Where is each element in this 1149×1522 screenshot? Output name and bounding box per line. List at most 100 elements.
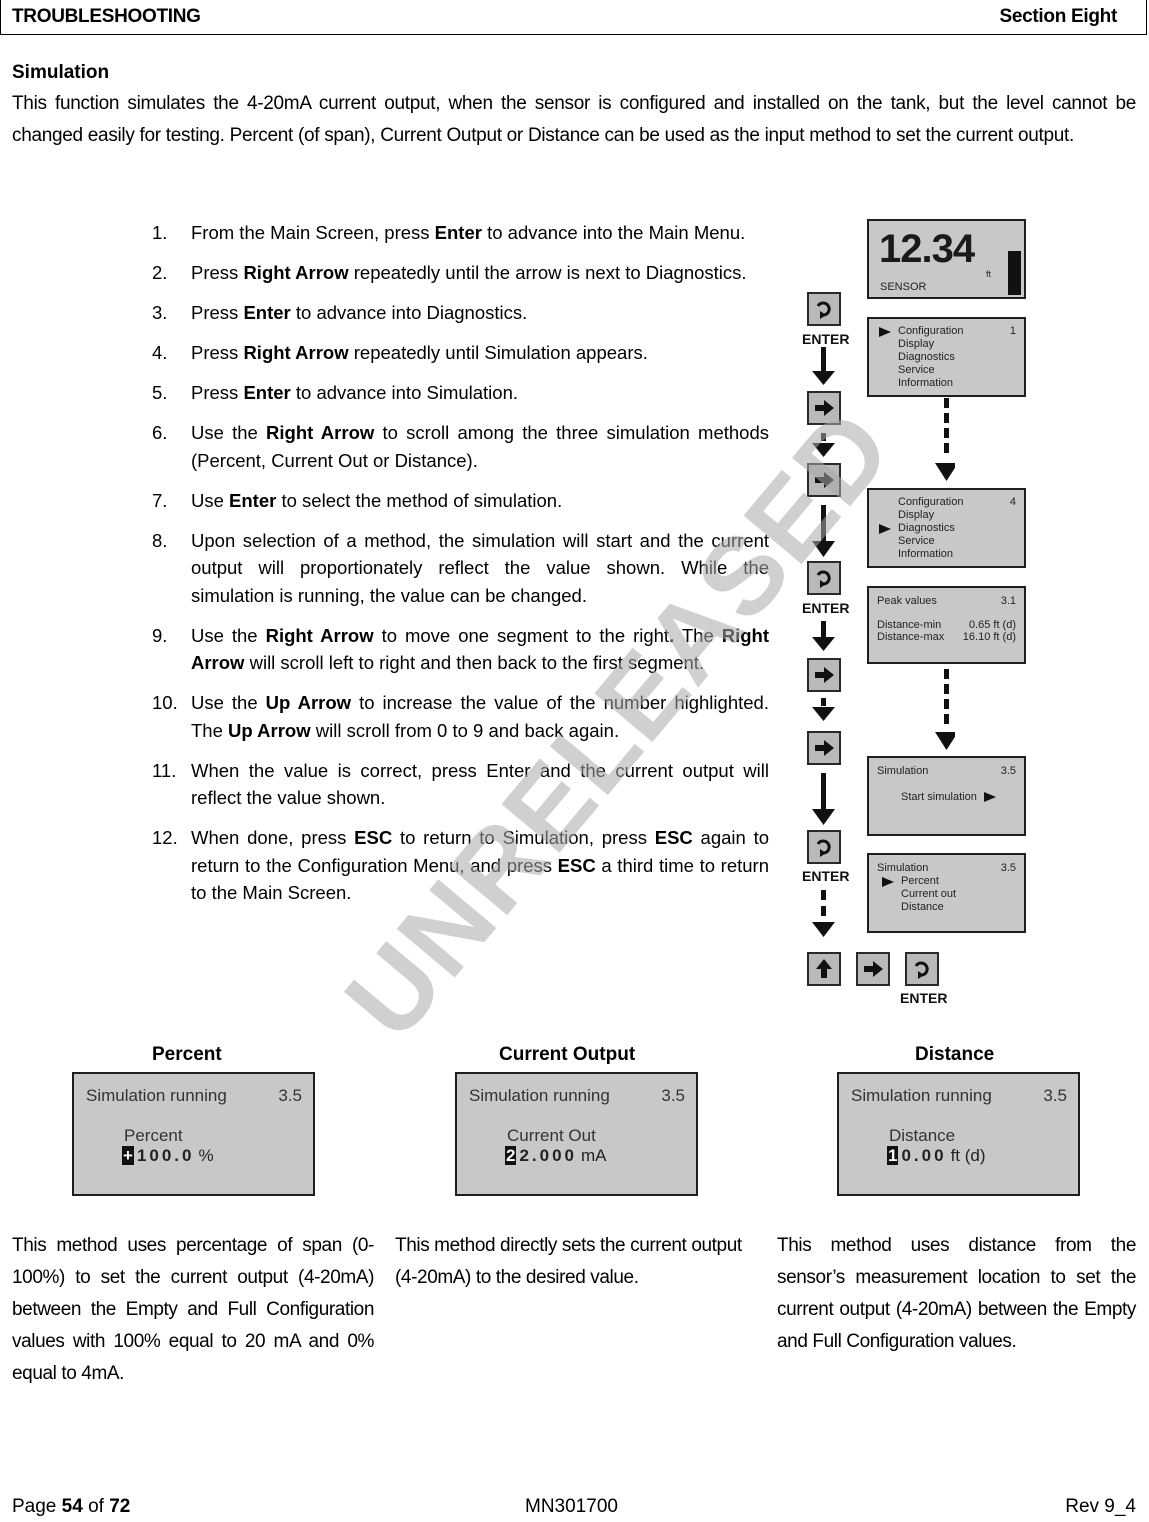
- lcd-simulation-distance: Simulation running 3.5 Distance 1 0.00 ft …: [837, 1072, 1080, 1196]
- lcd-title: Simulation running: [469, 1086, 610, 1105]
- right-arrow-button[interactable]: [807, 391, 841, 425]
- lcd-index: 3.5: [1043, 1086, 1067, 1105]
- step-item: 12. When done, press ESC to return to Sim…: [152, 824, 769, 907]
- step-number: 8.: [152, 529, 168, 551]
- menu-index: 4: [1009, 496, 1016, 508]
- right-arrow-button[interactable]: [807, 463, 841, 497]
- method-heading-current-output: Current Output: [499, 1044, 636, 1065]
- arrow-down-icon: [812, 347, 835, 385]
- enter-label: ENTER: [802, 600, 850, 616]
- value-unit: mA: [581, 1146, 607, 1165]
- sim-select-index: 3.5: [1000, 862, 1016, 874]
- step-number: 1.: [152, 222, 168, 243]
- step-item: 1. From the Main Screen, press Enter to a…: [152, 219, 769, 247]
- step-item: 4. Press Right Arrow repeatedly until Sim…: [152, 339, 769, 367]
- step-text: Press Enter to advance into Diagnostics.: [191, 302, 528, 323]
- enter-icon: [816, 301, 831, 319]
- step-item: 11. When the value is correct, press Ente…: [152, 757, 769, 812]
- enter-icon: [816, 570, 831, 588]
- page-number: Page 54 of 72: [12, 1496, 130, 1518]
- right-arrow-button[interactable]: [807, 658, 841, 692]
- step-text: Upon selection of a method, the simulati…: [191, 529, 769, 606]
- dashed-arrow-down-icon: [935, 669, 955, 750]
- dashed-arrow-down-icon: [935, 398, 955, 481]
- value-digits: 2.000: [519, 1146, 578, 1165]
- up-arrow-button[interactable]: [807, 952, 841, 986]
- step-item: 6. Use the Right Arrow to scroll among th…: [152, 419, 769, 474]
- page-prefix: Page: [12, 1496, 62, 1517]
- header-section: Section Eight: [999, 6, 1118, 27]
- page-total: 72: [109, 1496, 131, 1517]
- play-arrow-icon: [983, 792, 996, 803]
- menu-index: 1: [1009, 325, 1016, 337]
- step-text: Press Right Arrow repeatedly until the a…: [191, 262, 747, 283]
- section-title: Simulation: [12, 62, 110, 83]
- revision: Rev 9_4: [1065, 1496, 1136, 1517]
- step-text: Press Enter to advance into Simulation.: [191, 382, 519, 403]
- step-text: Use the Right Arrow to scroll among the …: [191, 422, 769, 471]
- step-number: 2.: [152, 262, 168, 283]
- step-number: 3.: [152, 302, 168, 323]
- right-arrow-icon: [815, 400, 834, 416]
- enter-button[interactable]: [807, 561, 841, 595]
- enter-button[interactable]: [807, 292, 841, 326]
- step-number: 9.: [152, 624, 168, 646]
- lcd-value: 2 2.000 mA: [505, 1146, 607, 1166]
- right-arrow-icon: [815, 667, 834, 683]
- step-number: 12.: [152, 827, 178, 848]
- arrow-down-icon: [812, 621, 835, 651]
- step-text: When done, press ESC to return to Simula…: [191, 827, 770, 903]
- step-item: 5. Press Enter to advance into Simulation…: [152, 379, 769, 407]
- step-text: When the value is correct, press Enter a…: [191, 759, 769, 809]
- step-number: 11.: [152, 759, 177, 781]
- level-bar: [1008, 251, 1021, 295]
- lcd-index: 3.5: [278, 1086, 302, 1105]
- peak-row-value: 16.10 ft (d): [962, 631, 1016, 643]
- highlighted-digit: 2: [505, 1146, 517, 1165]
- intro-paragraph: This function simulates the 4-20mA curre…: [12, 93, 1136, 146]
- enter-label: ENTER: [802, 868, 850, 884]
- lcd-simulation-percent: Simulation running 3.5 Percent +100.0%: [72, 1072, 315, 1196]
- highlighted-digit: 1: [887, 1146, 899, 1165]
- lcd-title: Simulation running: [851, 1086, 992, 1105]
- lcd-index: 3.5: [661, 1086, 685, 1105]
- right-arrow-button[interactable]: [856, 952, 890, 986]
- steps-list: 1. From the Main Screen, press Enter to a…: [152, 219, 769, 919]
- step-text: Use Enter to select the method of simula…: [191, 489, 563, 511]
- value-digits: 0.00: [901, 1146, 947, 1165]
- right-arrow-icon: [815, 740, 834, 756]
- dashed-arrow-down-icon: [812, 698, 835, 721]
- step-item: 8. Upon selection of a method, the simula…: [152, 527, 769, 610]
- enter-button[interactable]: [807, 830, 841, 864]
- sim-start-index: 3.5: [1000, 765, 1016, 777]
- lcd-method-label: Current Out: [507, 1126, 596, 1145]
- highlighted-digit: +: [122, 1146, 134, 1165]
- lcd-simulation-current: Simulation running 3.5 Current Out 2 2.00…: [455, 1072, 698, 1196]
- right-arrow-button[interactable]: [807, 731, 841, 765]
- method-description-current: This method directly sets the current ou…: [395, 1235, 742, 1288]
- lcd-value: +100.0%: [122, 1146, 214, 1166]
- value-unit: %: [198, 1146, 214, 1165]
- value-unit: ft (d): [950, 1146, 986, 1165]
- step-number: 10.: [152, 692, 178, 713]
- method-heading-percent: Percent: [152, 1044, 222, 1065]
- document-number: MN301700: [525, 1496, 618, 1517]
- arrow-down-icon: [812, 773, 835, 825]
- enter-button[interactable]: [905, 952, 939, 986]
- right-arrow-icon: [815, 472, 834, 488]
- step-number: 7.: [152, 489, 168, 511]
- lcd-method-label: Distance: [889, 1126, 956, 1145]
- step-number: 6.: [152, 422, 168, 443]
- step-item: 9. Use the Right Arrow to move one segmen…: [152, 622, 769, 677]
- arrow-down-icon: [812, 505, 835, 557]
- step-text: Press Right Arrow repeatedly until Simul…: [191, 342, 648, 363]
- header-chapter: TROUBLESHOOTING: [12, 6, 201, 27]
- method-description-distance: This method uses distance from the senso…: [777, 1235, 1136, 1352]
- step-number: 5.: [152, 382, 168, 403]
- enter-label: ENTER: [802, 331, 850, 347]
- enter-icon: [816, 839, 831, 857]
- main-unit: ft: [986, 269, 992, 279]
- main-value: 12.34: [879, 227, 975, 271]
- page-current: 54: [61, 1496, 83, 1517]
- lcd-method-label: Percent: [124, 1126, 183, 1145]
